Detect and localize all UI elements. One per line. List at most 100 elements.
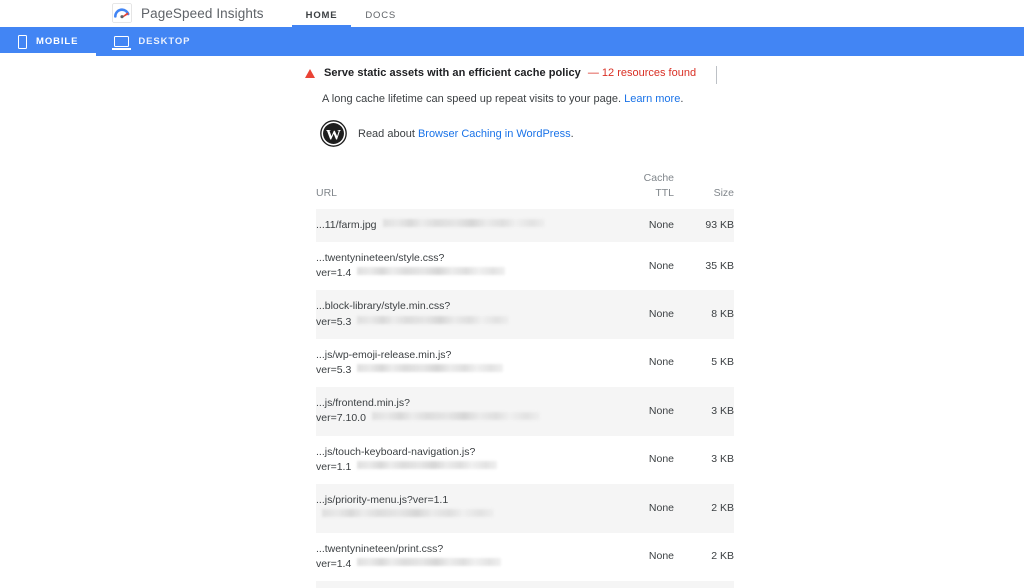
table-row[interactable]: ...js/frontend.min.js?ver=7.10.0None3 KB bbox=[316, 387, 734, 435]
redacted-host bbox=[383, 219, 545, 227]
cell-url: ...js/touch-keyboard-navigation.js?ver=1… bbox=[316, 436, 608, 484]
table-row[interactable]: ...js/wp-emoji-release.min.js?ver=5.3Non… bbox=[316, 339, 734, 387]
cell-cache-ttl: None bbox=[608, 339, 674, 387]
cell-size: 2 KB bbox=[674, 484, 734, 532]
cell-size: 2 KB bbox=[674, 533, 734, 581]
cell-url: ...js/priority-menu.js?ver=1.1 bbox=[316, 484, 608, 532]
table-row[interactable]: ...block-library/style.min.css?ver=5.3No… bbox=[316, 290, 734, 338]
cell-cache-ttl: None bbox=[608, 581, 674, 588]
wordpress-hint-text: Read about Browser Caching in WordPress. bbox=[358, 128, 574, 140]
table-row[interactable]: ...js/wp-embed.min.js?ver=5.3None1 KB bbox=[316, 581, 734, 588]
page-body: Serve static assets with an efficient ca… bbox=[0, 56, 1024, 588]
cell-url: ...block-library/style.min.css?ver=5.3 bbox=[316, 290, 608, 338]
tab-desktop-label: DESKTOP bbox=[138, 36, 190, 47]
url-text: ...twentynineteen/style.css? bbox=[316, 251, 608, 266]
redacted-host bbox=[372, 412, 540, 420]
url-version: ver=5.3 bbox=[316, 363, 608, 378]
cell-cache-ttl: None bbox=[608, 387, 674, 435]
url-version: ver=1.4 bbox=[316, 266, 608, 281]
cell-cache-ttl: None bbox=[608, 484, 674, 532]
cell-cache-ttl: None bbox=[608, 533, 674, 581]
tab-mobile[interactable]: MOBILE bbox=[0, 27, 96, 56]
strategy-bar: MOBILE DESKTOP bbox=[0, 27, 1024, 56]
audit-description-suffix: . bbox=[680, 93, 683, 105]
redacted-host bbox=[357, 558, 501, 566]
desktop-icon bbox=[114, 36, 129, 47]
svg-text:W: W bbox=[326, 127, 341, 144]
url-text: ...js/wp-emoji-release.min.js? bbox=[316, 348, 608, 363]
wordpress-hint-prefix: Read about bbox=[358, 128, 418, 140]
table-row[interactable]: ...twentynineteen/print.css?ver=1.4None2… bbox=[316, 533, 734, 581]
cell-cache-ttl: None bbox=[608, 290, 674, 338]
table-header-row: URL Cache TTL Size bbox=[316, 171, 734, 208]
brand-name: PageSpeed Insights bbox=[141, 6, 264, 21]
app-header: PageSpeed Insights HOME DOCS bbox=[0, 0, 1024, 27]
audit-resource-count: — 12 resources found bbox=[588, 67, 696, 79]
wordpress-hint-suffix: . bbox=[571, 128, 574, 140]
url-text: ...js/priority-menu.js?ver=1.1 bbox=[316, 494, 448, 506]
column-header-cache-ttl-line1: Cache bbox=[644, 172, 674, 184]
cell-size: 35 KB bbox=[674, 242, 734, 290]
cell-size: 5 KB bbox=[674, 339, 734, 387]
cell-cache-ttl: None bbox=[608, 242, 674, 290]
table-head: URL Cache TTL Size bbox=[316, 171, 734, 208]
audit-description: A long cache lifetime can speed up repea… bbox=[322, 92, 735, 107]
audit-description-text: A long cache lifetime can speed up repea… bbox=[322, 93, 621, 105]
table-row[interactable]: ...js/touch-keyboard-navigation.js?ver=1… bbox=[316, 436, 734, 484]
cell-size: 8 KB bbox=[674, 290, 734, 338]
column-header-cache-ttl[interactable]: Cache TTL bbox=[608, 171, 674, 208]
column-header-url[interactable]: URL bbox=[316, 171, 608, 208]
column-header-size[interactable]: Size bbox=[674, 171, 734, 208]
cell-size: 93 KB bbox=[674, 209, 734, 242]
cell-url: ...twentynineteen/print.css?ver=1.4 bbox=[316, 533, 608, 581]
redacted-host bbox=[357, 316, 509, 324]
nav-item-docs[interactable]: DOCS bbox=[351, 10, 410, 27]
url-version: ver=7.10.0 bbox=[316, 411, 608, 426]
audit-panel: Serve static assets with an efficient ca… bbox=[305, 56, 735, 588]
browser-caching-wordpress-link[interactable]: Browser Caching in WordPress bbox=[418, 128, 571, 140]
learn-more-link[interactable]: Learn more bbox=[624, 93, 680, 105]
url-version: ver=1.4 bbox=[316, 557, 608, 572]
mobile-icon bbox=[18, 35, 27, 49]
redacted-host bbox=[322, 509, 494, 517]
url-version: ver=1.1 bbox=[316, 460, 608, 475]
table-row[interactable]: ...11/farm.jpg None93 KB bbox=[316, 209, 734, 242]
resource-table: URL Cache TTL Size ...11/farm.jpgNone93 … bbox=[315, 171, 735, 588]
redacted-host bbox=[357, 267, 505, 275]
url-text: ...twentynineteen/print.css? bbox=[316, 542, 608, 557]
url-text: ...block-library/style.min.css? bbox=[316, 299, 608, 314]
column-header-cache-ttl-line2: TTL bbox=[655, 187, 674, 199]
cell-url: ...js/wp-embed.min.js?ver=5.3 bbox=[316, 581, 608, 588]
chevron-up-icon bbox=[716, 66, 717, 84]
redacted-host bbox=[357, 364, 503, 372]
pagespeed-gauge-icon bbox=[112, 3, 132, 23]
audit-title: Serve static assets with an efficient ca… bbox=[324, 67, 581, 79]
url-version: ver=5.3 bbox=[316, 315, 608, 330]
cell-size: 3 KB bbox=[674, 387, 734, 435]
cell-url: ...js/wp-emoji-release.min.js?ver=5.3 bbox=[316, 339, 608, 387]
cell-cache-ttl: None bbox=[608, 436, 674, 484]
table-body: ...11/farm.jpgNone93 KB...twentynineteen… bbox=[316, 209, 734, 588]
wordpress-logo-icon: W bbox=[320, 120, 347, 147]
url-text: ...11/farm.jpg bbox=[316, 219, 377, 231]
tab-desktop[interactable]: DESKTOP bbox=[96, 27, 208, 56]
app-nav: HOME DOCS bbox=[292, 0, 410, 27]
nav-item-home[interactable]: HOME bbox=[292, 10, 352, 27]
url-text: ...js/frontend.min.js? bbox=[316, 396, 608, 411]
cell-size: 1 KB bbox=[674, 581, 734, 588]
redacted-host bbox=[357, 461, 497, 469]
warning-triangle-icon bbox=[305, 69, 315, 78]
brand: PageSpeed Insights bbox=[112, 3, 264, 27]
audit-header[interactable]: Serve static assets with an efficient ca… bbox=[305, 56, 735, 79]
cell-cache-ttl: None bbox=[608, 209, 674, 242]
url-text: ...js/touch-keyboard-navigation.js? bbox=[316, 445, 608, 460]
collapse-audit-button[interactable] bbox=[713, 67, 727, 81]
cell-size: 3 KB bbox=[674, 436, 734, 484]
cell-url: ...twentynineteen/style.css?ver=1.4 bbox=[316, 242, 608, 290]
tab-mobile-label: MOBILE bbox=[36, 36, 78, 47]
table-row[interactable]: ...js/priority-menu.js?ver=1.1 None2 KB bbox=[316, 484, 734, 532]
cell-url: ...js/frontend.min.js?ver=7.10.0 bbox=[316, 387, 608, 435]
wordpress-hint: W Read about Browser Caching in WordPres… bbox=[320, 120, 735, 147]
table-row[interactable]: ...twentynineteen/style.css?ver=1.4None3… bbox=[316, 242, 734, 290]
cell-url: ...11/farm.jpg bbox=[316, 209, 608, 242]
